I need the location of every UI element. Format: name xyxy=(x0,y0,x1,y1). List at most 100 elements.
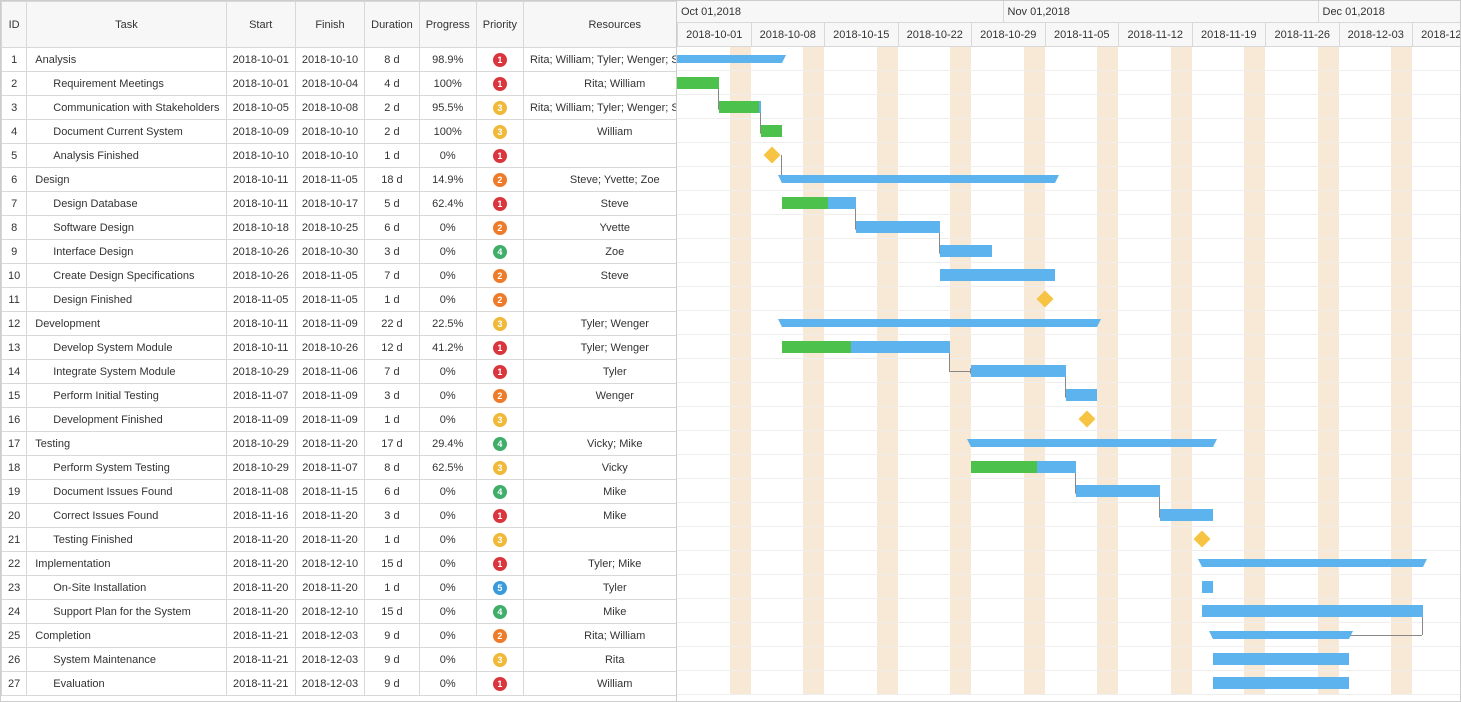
cell-progress[interactable]: 0% xyxy=(419,240,476,264)
cell-priority[interactable]: 4 xyxy=(476,240,523,264)
cell-duration[interactable]: 4 d xyxy=(365,72,420,96)
cell-duration[interactable]: 1 d xyxy=(365,144,420,168)
cell-resources[interactable]: Vicky; Mike xyxy=(523,432,677,456)
table-row[interactable]: 16Development Finished2018-11-092018-11-… xyxy=(2,408,678,432)
cell-progress[interactable]: 0% xyxy=(419,408,476,432)
cell-task-name[interactable]: Software Design xyxy=(27,216,226,240)
cell-priority[interactable]: 3 xyxy=(476,312,523,336)
cell-task-name[interactable]: Document Issues Found xyxy=(27,480,226,504)
gantt-task-bar[interactable] xyxy=(719,101,761,113)
cell-progress[interactable]: 0% xyxy=(419,576,476,600)
table-row[interactable]: 5Analysis Finished2018-10-102018-10-101 … xyxy=(2,144,678,168)
cell-start[interactable]: 2018-10-01 xyxy=(226,48,295,72)
cell-duration[interactable]: 15 d xyxy=(365,600,420,624)
cell-task-name[interactable]: Communication with Stakeholders xyxy=(27,96,226,120)
cell-start[interactable]: 2018-10-29 xyxy=(226,456,295,480)
gantt-row[interactable] xyxy=(677,191,1460,215)
cell-progress[interactable]: 0% xyxy=(419,600,476,624)
gantt-task-bar[interactable] xyxy=(1066,389,1098,401)
cell-start[interactable]: 2018-10-29 xyxy=(226,432,295,456)
cell-start[interactable]: 2018-10-11 xyxy=(226,312,295,336)
gantt-task-bar[interactable] xyxy=(1202,605,1423,617)
cell-priority[interactable]: 2 xyxy=(476,168,523,192)
gantt-row[interactable] xyxy=(677,143,1460,167)
col-progress[interactable]: Progress xyxy=(419,2,476,48)
cell-duration[interactable]: 3 d xyxy=(365,240,420,264)
cell-resources[interactable]: Tyler; Mike xyxy=(523,552,677,576)
cell-duration[interactable]: 9 d xyxy=(365,624,420,648)
gantt-row[interactable] xyxy=(677,335,1460,359)
cell-start[interactable]: 2018-11-20 xyxy=(226,552,295,576)
cell-task-name[interactable]: Support Plan for the System xyxy=(27,600,226,624)
cell-progress[interactable]: 98.9% xyxy=(419,48,476,72)
gantt-row[interactable] xyxy=(677,95,1460,119)
cell-duration[interactable]: 6 d xyxy=(365,216,420,240)
cell-priority[interactable]: 3 xyxy=(476,456,523,480)
cell-finish[interactable]: 2018-12-03 xyxy=(295,624,364,648)
cell-duration[interactable]: 17 d xyxy=(365,432,420,456)
cell-duration[interactable]: 15 d xyxy=(365,552,420,576)
gantt-row[interactable] xyxy=(677,71,1460,95)
cell-priority[interactable]: 1 xyxy=(476,672,523,696)
table-row[interactable]: 12Development2018-10-112018-11-0922 d22.… xyxy=(2,312,678,336)
cell-start[interactable]: 2018-10-11 xyxy=(226,192,295,216)
cell-finish[interactable]: 2018-10-10 xyxy=(295,120,364,144)
cell-duration[interactable]: 9 d xyxy=(365,648,420,672)
gantt-task-bar[interactable] xyxy=(1213,677,1350,689)
table-row[interactable]: 4Document Current System2018-10-092018-1… xyxy=(2,120,678,144)
cell-resources[interactable]: William xyxy=(523,120,677,144)
col-task[interactable]: Task xyxy=(27,2,226,48)
cell-start[interactable]: 2018-11-05 xyxy=(226,288,295,312)
cell-finish[interactable]: 2018-10-17 xyxy=(295,192,364,216)
table-row[interactable]: 20Correct Issues Found2018-11-162018-11-… xyxy=(2,504,678,528)
cell-start[interactable]: 2018-10-18 xyxy=(226,216,295,240)
cell-priority[interactable]: 1 xyxy=(476,72,523,96)
gantt-row[interactable] xyxy=(677,359,1460,383)
cell-start[interactable]: 2018-10-11 xyxy=(226,336,295,360)
cell-resources[interactable]: Rita; William xyxy=(523,72,677,96)
cell-task-name[interactable]: Design Finished xyxy=(27,288,226,312)
table-row[interactable]: 9Interface Design2018-10-262018-10-303 d… xyxy=(2,240,678,264)
cell-resources[interactable]: Rita; William; Tyler; Wenger; Steve xyxy=(523,48,677,72)
cell-finish[interactable]: 2018-10-08 xyxy=(295,96,364,120)
milestone-icon[interactable] xyxy=(1194,531,1211,548)
cell-duration[interactable]: 22 d xyxy=(365,312,420,336)
cell-duration[interactable]: 1 d xyxy=(365,576,420,600)
gantt-row[interactable] xyxy=(677,383,1460,407)
table-row[interactable]: 25Completion2018-11-212018-12-039 d0%2Ri… xyxy=(2,624,678,648)
cell-duration[interactable]: 2 d xyxy=(365,120,420,144)
gantt-row[interactable] xyxy=(677,431,1460,455)
cell-progress[interactable]: 0% xyxy=(419,216,476,240)
table-row[interactable]: 24Support Plan for the System2018-11-202… xyxy=(2,600,678,624)
gantt-task-bar[interactable] xyxy=(971,365,1066,377)
gantt-row[interactable] xyxy=(677,215,1460,239)
cell-resources[interactable]: Tyler xyxy=(523,576,677,600)
cell-priority[interactable]: 3 xyxy=(476,96,523,120)
cell-start[interactable]: 2018-10-01 xyxy=(226,72,295,96)
cell-resources[interactable]: Zoe xyxy=(523,240,677,264)
cell-finish[interactable]: 2018-11-05 xyxy=(295,264,364,288)
cell-finish[interactable]: 2018-10-10 xyxy=(295,48,364,72)
gantt-task-bar[interactable] xyxy=(856,221,940,233)
cell-resources[interactable] xyxy=(523,408,677,432)
cell-resources[interactable]: Steve xyxy=(523,192,677,216)
cell-finish[interactable]: 2018-11-09 xyxy=(295,408,364,432)
gantt-task-bar[interactable] xyxy=(940,245,993,257)
table-row[interactable]: 7Design Database2018-10-112018-10-175 d6… xyxy=(2,192,678,216)
cell-progress[interactable]: 29.4% xyxy=(419,432,476,456)
cell-start[interactable]: 2018-11-09 xyxy=(226,408,295,432)
cell-finish[interactable]: 2018-11-20 xyxy=(295,576,364,600)
table-row[interactable]: 3 Communication with Stakeholders 2018-10-… xyxy=(2,96,678,120)
cell-progress[interactable]: 0% xyxy=(419,264,476,288)
table-row[interactable]: 11Design Finished2018-11-052018-11-051 d… xyxy=(2,288,678,312)
gantt-row[interactable] xyxy=(677,263,1460,287)
table-row[interactable]: 18Perform System Testing2018-10-292018-1… xyxy=(2,456,678,480)
gantt-summary-bar[interactable] xyxy=(677,55,782,63)
cell-finish[interactable]: 2018-11-20 xyxy=(295,432,364,456)
table-row[interactable]: 14Integrate System Module2018-10-292018-… xyxy=(2,360,678,384)
cell-finish[interactable]: 2018-10-26 xyxy=(295,336,364,360)
cell-priority[interactable]: 1 xyxy=(476,144,523,168)
table-row[interactable]: 26System Maintenance2018-11-212018-12-03… xyxy=(2,648,678,672)
cell-duration[interactable]: 8 d xyxy=(365,456,420,480)
cell-priority[interactable]: 1 xyxy=(476,504,523,528)
